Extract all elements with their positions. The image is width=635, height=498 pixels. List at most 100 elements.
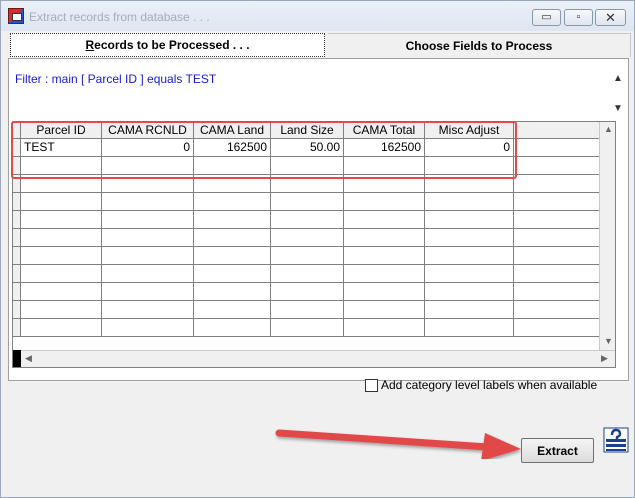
table-cell[interactable]	[102, 229, 194, 247]
filter-scrollbar[interactable]: ▲ ▼	[611, 67, 625, 115]
table-cell[interactable]	[194, 211, 271, 229]
chevron-up-icon[interactable]: ▲	[611, 73, 625, 84]
table-cell[interactable]	[514, 211, 599, 229]
chevron-down-icon[interactable]: ▼	[604, 336, 613, 346]
table-cell[interactable]	[425, 247, 514, 265]
table-cell[interactable]	[271, 301, 344, 319]
table-cell[interactable]	[194, 175, 271, 193]
column-header[interactable]: Misc Adjust	[425, 122, 514, 139]
help-icon[interactable]	[603, 427, 629, 453]
table-cell[interactable]	[344, 211, 425, 229]
column-header[interactable]: CAMA Land	[194, 122, 271, 139]
table-cell[interactable]	[194, 247, 271, 265]
table-cell[interactable]	[514, 175, 599, 193]
table-cell[interactable]	[514, 283, 599, 301]
table-cell[interactable]	[514, 319, 599, 337]
table-cell[interactable]	[514, 247, 599, 265]
table-cell[interactable]	[21, 175, 102, 193]
table-cell[interactable]	[21, 157, 102, 175]
table-cell[interactable]	[344, 229, 425, 247]
table-cell[interactable]	[271, 211, 344, 229]
table-cell[interactable]	[425, 157, 514, 175]
records-grid[interactable]: ▲ ▼ ◀ ▶ Parcel ID CAMA RCNLD CAMA Land Land…	[12, 121, 616, 368]
table-cell[interactable]	[514, 229, 599, 247]
table-cell[interactable]	[514, 265, 599, 283]
chevron-down-icon[interactable]: ▼	[611, 103, 625, 114]
table-cell[interactable]	[425, 265, 514, 283]
table-cell[interactable]	[271, 175, 344, 193]
table-cell[interactable]	[21, 247, 102, 265]
row-indicator[interactable]	[13, 193, 21, 211]
row-indicator[interactable]	[13, 175, 21, 193]
table-cell[interactable]	[271, 265, 344, 283]
row-indicator[interactable]	[13, 319, 21, 337]
table-cell[interactable]	[344, 247, 425, 265]
table-cell[interactable]	[514, 139, 599, 157]
table-cell[interactable]	[425, 175, 514, 193]
vertical-scrollbar[interactable]: ▲ ▼	[599, 122, 615, 350]
row-indicator[interactable]	[13, 139, 21, 157]
category-labels-checkbox[interactable]	[365, 378, 378, 392]
table-cell[interactable]	[425, 211, 514, 229]
table-cell[interactable]: 0	[102, 139, 194, 157]
table-cell[interactable]	[344, 283, 425, 301]
table-cell[interactable]	[271, 319, 344, 337]
table-cell[interactable]	[271, 229, 344, 247]
table-cell[interactable]	[102, 319, 194, 337]
table-cell[interactable]	[271, 283, 344, 301]
table-cell[interactable]	[194, 229, 271, 247]
row-indicator[interactable]	[13, 229, 21, 247]
chevron-right-icon[interactable]: ▶	[601, 353, 608, 364]
restore-button[interactable]: ▫	[564, 9, 593, 26]
table-cell[interactable]	[102, 175, 194, 193]
table-cell[interactable]	[194, 265, 271, 283]
column-header[interactable]: Land Size	[271, 122, 344, 139]
table-cell[interactable]	[21, 211, 102, 229]
table-cell[interactable]	[344, 175, 425, 193]
table-cell[interactable]	[514, 193, 599, 211]
table-cell[interactable]	[271, 157, 344, 175]
row-indicator[interactable]	[13, 247, 21, 265]
table-cell[interactable]	[425, 283, 514, 301]
tab-choose-fields[interactable]: Choose Fields to Process	[328, 33, 631, 57]
table-cell[interactable]: 162500	[344, 139, 425, 157]
table-cell[interactable]	[102, 193, 194, 211]
column-header[interactable]: CAMA RCNLD	[102, 122, 194, 139]
table-cell[interactable]	[194, 157, 271, 175]
table-cell[interactable]	[102, 247, 194, 265]
table-cell[interactable]	[425, 319, 514, 337]
row-indicator[interactable]	[13, 157, 21, 175]
chevron-left-icon[interactable]: ◀	[25, 353, 32, 364]
row-indicator[interactable]	[13, 211, 21, 229]
close-button[interactable]: ✕	[595, 9, 626, 26]
column-header[interactable]: Parcel ID	[21, 122, 102, 139]
extract-button[interactable]: Extract	[521, 438, 594, 463]
table-cell[interactable]	[21, 301, 102, 319]
table-cell[interactable]	[514, 301, 599, 319]
table-cell[interactable]	[194, 193, 271, 211]
horizontal-scrollbar[interactable]: ◀ ▶	[21, 350, 615, 367]
table-cell[interactable]	[344, 265, 425, 283]
table-cell[interactable]	[102, 211, 194, 229]
table-cell[interactable]	[344, 193, 425, 211]
table-cell[interactable]	[194, 301, 271, 319]
table-cell[interactable]	[271, 193, 344, 211]
table-cell[interactable]	[425, 229, 514, 247]
tab-records-to-be-processed[interactable]: Records to be Processed . . .	[10, 33, 325, 57]
table-cell[interactable]: 50.00	[271, 139, 344, 157]
minimize-button[interactable]: ▭	[532, 9, 561, 26]
table-cell[interactable]	[425, 193, 514, 211]
row-indicator[interactable]	[13, 265, 21, 283]
category-labels-option[interactable]: Add category level labels when available	[365, 378, 597, 392]
table-cell[interactable]	[194, 319, 271, 337]
column-header[interactable]: CAMA Total	[344, 122, 425, 139]
table-cell[interactable]	[102, 265, 194, 283]
table-cell[interactable]	[514, 157, 599, 175]
table-cell[interactable]	[21, 283, 102, 301]
table-cell[interactable]	[344, 319, 425, 337]
table-cell[interactable]	[194, 283, 271, 301]
row-indicator[interactable]	[13, 283, 21, 301]
row-indicator[interactable]	[13, 301, 21, 319]
table-cell[interactable]	[21, 319, 102, 337]
table-cell[interactable]	[21, 193, 102, 211]
